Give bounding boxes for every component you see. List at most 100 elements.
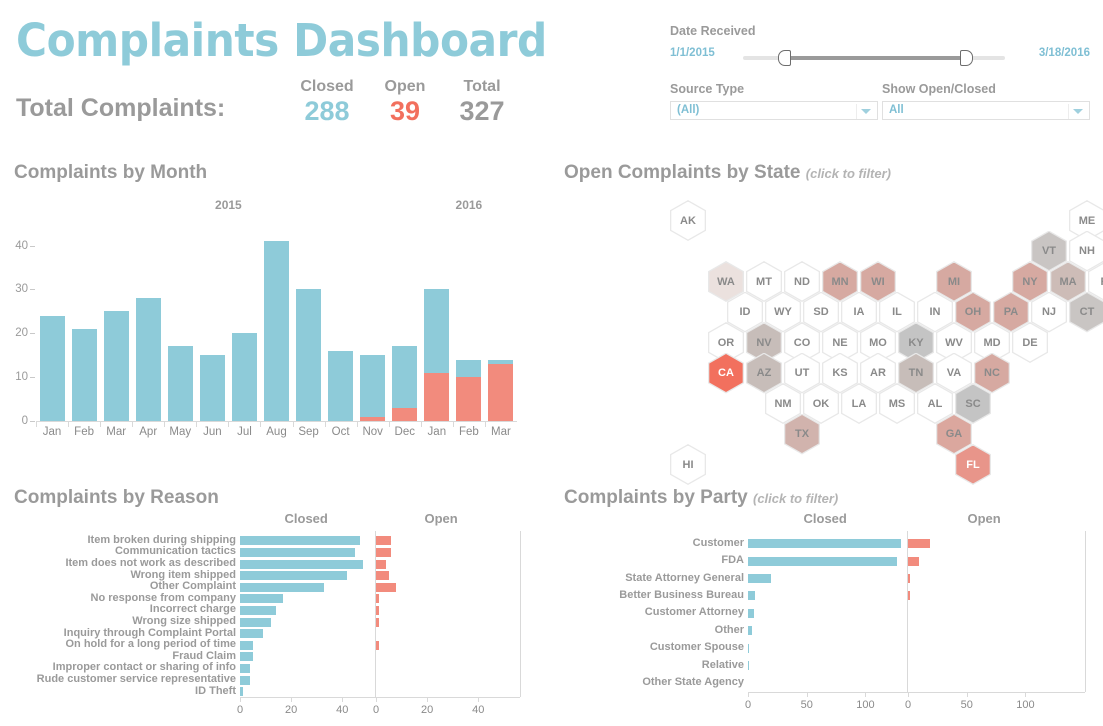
closed-bar[interactable] xyxy=(240,640,253,650)
category-label: State Attorney General xyxy=(625,571,744,584)
open-column-header: Open xyxy=(424,511,458,526)
month-bar[interactable] xyxy=(199,228,225,421)
source-type-dropdown[interactable]: (All) xyxy=(670,101,878,120)
state-hex-label: NJ xyxy=(1041,306,1057,318)
category-label: Other Complaint xyxy=(149,580,236,593)
closed-bar[interactable] xyxy=(240,652,253,662)
closed-bar[interactable] xyxy=(240,582,325,592)
month-bar[interactable] xyxy=(360,228,386,421)
state-hex-label: IN xyxy=(929,306,941,318)
category-label: Other State Agency xyxy=(642,675,744,688)
month-y-tick-label: 30 xyxy=(15,283,28,296)
category-label: Item broken during shipping xyxy=(87,533,237,546)
state-hex-label: HI xyxy=(682,458,694,471)
month-x-label: Aug xyxy=(266,426,287,438)
slider-handle-right[interactable] xyxy=(960,50,973,66)
show-open-closed-dropdown[interactable]: All xyxy=(882,101,1090,120)
month-bar[interactable] xyxy=(39,228,65,421)
open-bar[interactable] xyxy=(376,582,397,592)
state-hex-label: WA xyxy=(717,275,735,288)
month-bar[interactable] xyxy=(456,228,482,421)
month-bar[interactable] xyxy=(135,228,161,421)
open-bar[interactable] xyxy=(376,594,379,604)
state-hex-hi[interactable]: HI xyxy=(670,444,706,485)
state-hex-map[interactable]: AKMEVTNHWAMTNDMNWIMINYMARIIDWYSDIAILINOH… xyxy=(560,192,1103,485)
month-y-tick-label: 40 xyxy=(15,239,28,252)
month-bar-closed-segment xyxy=(39,315,65,421)
closed-bar[interactable] xyxy=(240,547,356,557)
closed-bar[interactable] xyxy=(748,608,754,618)
open-bar[interactable] xyxy=(376,547,392,557)
slider-handle-left[interactable] xyxy=(778,50,791,66)
open-bar[interactable] xyxy=(908,556,919,566)
open-bar[interactable] xyxy=(376,536,392,546)
month-bar[interactable] xyxy=(231,228,257,421)
category-label: Customer Spouse xyxy=(649,641,744,654)
month-x-label: Feb xyxy=(458,426,479,438)
closed-bar[interactable] xyxy=(240,675,251,685)
closed-bar[interactable] xyxy=(240,687,243,697)
closed-bar[interactable] xyxy=(748,661,750,670)
month-bar[interactable] xyxy=(392,228,418,421)
closed-bar[interactable] xyxy=(748,643,750,653)
state-hex-label: KY xyxy=(908,336,924,349)
closed-bar[interactable] xyxy=(240,629,264,639)
chevron-down-icon[interactable] xyxy=(1073,109,1083,114)
category-label: Relative xyxy=(701,658,744,671)
open-bar[interactable] xyxy=(908,574,910,583)
closed-bar[interactable] xyxy=(240,617,271,627)
closed-bar[interactable] xyxy=(748,539,901,549)
open-bar[interactable] xyxy=(908,539,931,549)
x-tick-label: 0 xyxy=(372,704,380,717)
x-tick xyxy=(806,692,808,697)
category-label: Improper contact or sharing of info xyxy=(52,661,236,674)
month-bar[interactable] xyxy=(488,228,514,421)
chart-bottom-axis xyxy=(748,691,1085,693)
state-hex-ak[interactable]: AK xyxy=(670,200,706,241)
category-label: FDA xyxy=(721,554,744,567)
state-hex-label: IA xyxy=(853,306,865,318)
month-chart-axis xyxy=(36,421,517,422)
month-bar[interactable] xyxy=(328,228,354,421)
closed-bar[interactable] xyxy=(748,591,756,601)
x-tick xyxy=(478,698,480,703)
x-tick-label: 100 xyxy=(856,698,875,711)
closed-bar[interactable] xyxy=(240,663,251,673)
closed-bar[interactable] xyxy=(748,556,898,566)
party-title-hint: (click to filter) xyxy=(753,491,839,506)
month-x-tick xyxy=(356,422,358,427)
state-hex-ca[interactable]: CA xyxy=(708,352,744,394)
month-x-label: Apr xyxy=(139,426,158,438)
open-bar[interactable] xyxy=(376,605,379,615)
month-x-label: Mar xyxy=(106,426,127,438)
month-y-tick-label: 20 xyxy=(15,327,28,340)
date-max-value: 3/18/2016 xyxy=(1038,47,1090,59)
month-bar[interactable] xyxy=(424,228,450,421)
open-bar[interactable] xyxy=(376,571,389,581)
chevron-down-icon[interactable] xyxy=(861,109,871,114)
open-bar[interactable] xyxy=(376,617,379,627)
chart-axis-line xyxy=(1085,531,1086,692)
open-bar[interactable] xyxy=(376,559,387,569)
month-bar[interactable] xyxy=(296,228,322,421)
open-bar[interactable] xyxy=(908,591,910,601)
closed-bar[interactable] xyxy=(240,594,284,604)
month-bar[interactable] xyxy=(71,228,97,421)
month-bar[interactable] xyxy=(103,228,129,421)
month-bar[interactable] xyxy=(264,228,289,421)
month-bar-closed-segment xyxy=(328,350,354,421)
closed-bar[interactable] xyxy=(240,605,276,615)
open-bar[interactable] xyxy=(376,640,379,650)
month-bar[interactable] xyxy=(167,228,193,421)
month-bar-closed-segment xyxy=(360,355,386,417)
month-x-label: Jul xyxy=(237,426,252,438)
closed-bar[interactable] xyxy=(748,626,752,636)
month-bar-closed-segment xyxy=(296,289,322,421)
closed-bar[interactable] xyxy=(240,559,363,569)
closed-bar[interactable] xyxy=(240,571,348,581)
closed-bar[interactable] xyxy=(748,574,772,583)
closed-bar[interactable] xyxy=(240,536,361,546)
date-range-slider[interactable]: 1/1/2015 3/18/2016 xyxy=(670,43,1090,69)
category-label: Inquiry through Complaint Portal xyxy=(63,626,236,639)
category-label: No response from company xyxy=(90,591,236,604)
